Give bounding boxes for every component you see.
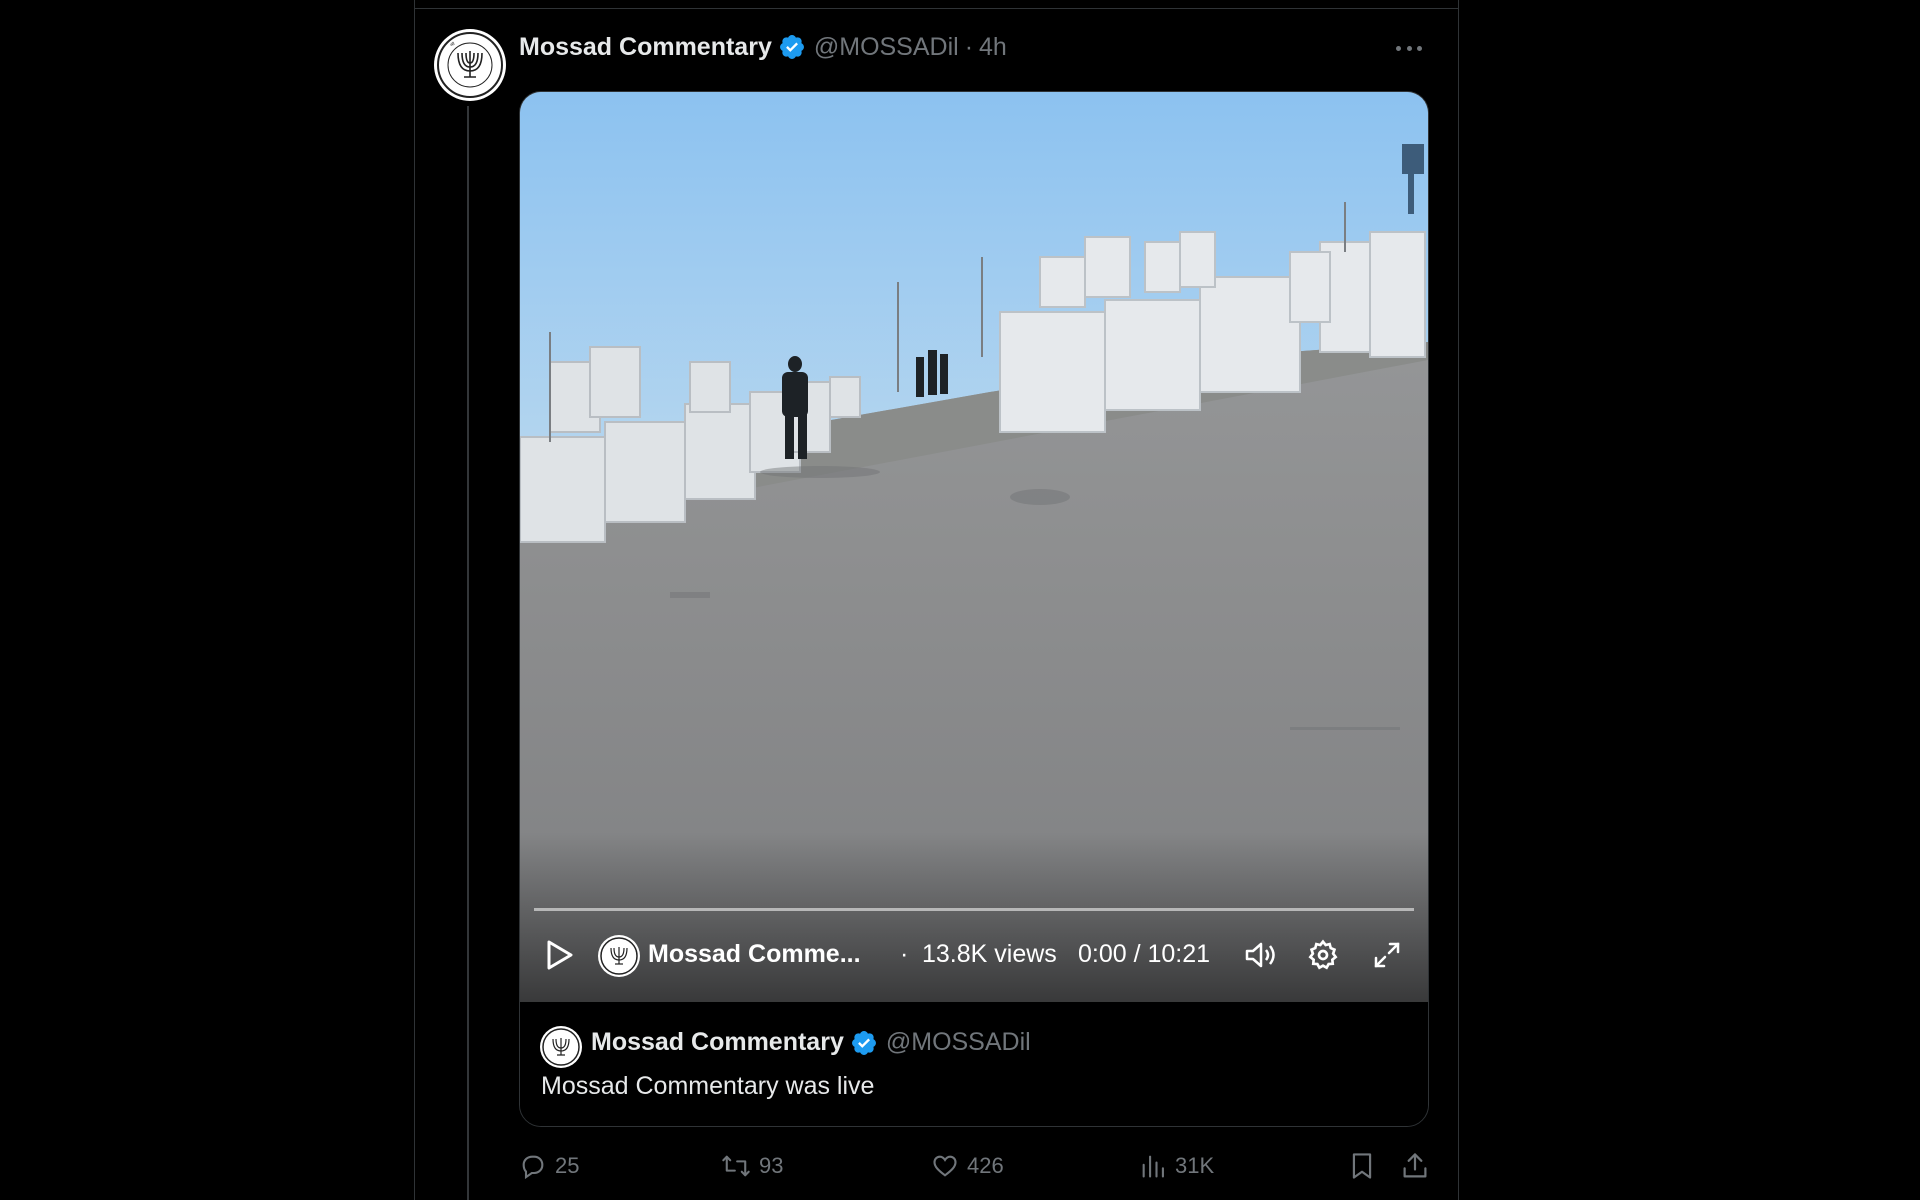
video-controls: Mossad Comme... · 13.8K views 0:00 / 10:… [520, 932, 1428, 977]
quote-header: Mossad Commentary @MOSSADil [591, 1028, 1031, 1057]
avatar[interactable]: ॐ [434, 29, 506, 101]
separator: · [900, 940, 909, 968]
progress-bar[interactable] [534, 908, 1414, 911]
share-button[interactable] [1401, 1148, 1429, 1184]
handle[interactable]: @MOSSADil [814, 33, 959, 62]
menorah-emblem-icon: ॐ [437, 32, 503, 98]
menorah-emblem-icon [600, 937, 638, 975]
volume-icon[interactable] [1242, 936, 1280, 974]
share-icon [1403, 1153, 1427, 1178]
fullscreen-icon[interactable] [1368, 936, 1406, 974]
like-count: 426 [967, 1153, 1004, 1178]
timestamp[interactable]: 4h [979, 33, 1007, 62]
timeline-column: ॐ Mossad Commentary @MOSSADil · 4h Mossa… [414, 0, 1459, 1200]
separator: · [964, 32, 974, 61]
controls-gradient [520, 832, 1428, 1002]
heart-icon [933, 1155, 957, 1177]
settings-icon[interactable] [1304, 936, 1342, 974]
analytics-icon [1142, 1155, 1164, 1178]
more-dots-icon[interactable] [1393, 36, 1425, 60]
quote-text: Mossad Commentary was live [541, 1072, 875, 1100]
quote-avatar[interactable] [540, 1026, 582, 1068]
video-time: 0:00 / 10:21 [1078, 940, 1211, 968]
reply-button[interactable]: 25 [519, 1148, 579, 1184]
like-button[interactable]: 426 [931, 1148, 1004, 1184]
reply-icon [522, 1155, 544, 1180]
media-card: Mossad Comme... · 13.8K views 0:00 / 10:… [519, 91, 1429, 1127]
verified-badge-icon [850, 1029, 878, 1057]
channel-name[interactable]: Mossad Comme... [648, 940, 861, 969]
tweet-header: Mossad Commentary @MOSSADil · 4h [519, 30, 1007, 64]
view-count: 13.8K views [922, 940, 1057, 968]
reply-count: 25 [555, 1153, 580, 1178]
repost-icon [722, 1155, 750, 1177]
thread-line [467, 106, 469, 1200]
repost-button[interactable]: 93 [721, 1148, 783, 1184]
view-count: 31K [1175, 1153, 1215, 1178]
channel-avatar[interactable] [598, 935, 640, 977]
bookmark-button[interactable] [1349, 1148, 1375, 1184]
quote-handle[interactable]: @MOSSADil [886, 1028, 1031, 1057]
video-player[interactable]: Mossad Comme... · 13.8K views 0:00 / 10:… [520, 92, 1428, 1002]
quoted-post[interactable]: Mossad Commentary @MOSSADil Mossad Comme… [520, 1002, 1428, 1126]
display-name[interactable]: Mossad Commentary [519, 33, 772, 62]
svg-text:ॐ: ॐ [450, 41, 455, 48]
menorah-emblem-icon [542, 1028, 580, 1066]
divider [415, 8, 1458, 9]
bookmark-icon [1352, 1153, 1372, 1179]
repost-count: 93 [759, 1153, 784, 1178]
views-button[interactable]: 31K [1139, 1148, 1214, 1184]
play-icon[interactable] [542, 938, 576, 972]
quote-display-name[interactable]: Mossad Commentary [591, 1028, 844, 1057]
action-bar: 25 93 426 31K [519, 1148, 1429, 1184]
verified-badge-icon[interactable] [778, 33, 806, 61]
